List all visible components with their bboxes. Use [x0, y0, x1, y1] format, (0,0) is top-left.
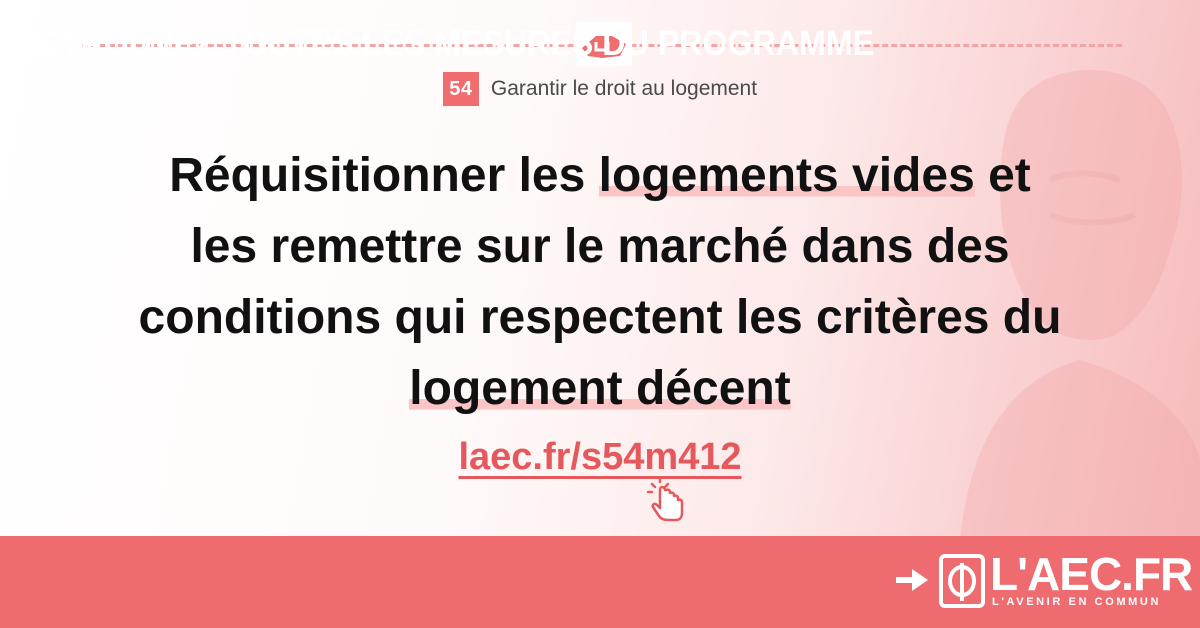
banner-call-to-action[interactable]: RETROUVEZ TOUTES LES MESURES DU PROGRAMM… — [16, 24, 874, 64]
short-link-row: laec.fr/s54m412 — [0, 436, 1200, 486]
measure-header: 54 Garantir le droit au logement — [0, 72, 1200, 106]
phi-logo-icon — [939, 554, 985, 608]
headline-highlight-2: logement décent — [409, 362, 791, 415]
headline-highlight-1: logements vides — [598, 149, 975, 202]
pointing-hand-cursor-icon — [646, 476, 684, 522]
brand-tagline: L'AVENIR EN COMMUN — [992, 596, 1161, 608]
headline-line1-b: et — [974, 149, 1031, 202]
right-arrow-icon — [896, 569, 928, 591]
measure-title: Garantir le droit au logement — [490, 77, 758, 100]
headline: Réquisitionner les logements vides et le… — [40, 140, 1160, 424]
headline-line1-a: Réquisitionner les — [169, 149, 599, 202]
measure-number-badge: 54 — [442, 72, 479, 106]
brand-name[interactable]: L'AEC.FR — [990, 547, 1193, 601]
headline-line3: conditions qui respectent les critères d… — [138, 291, 1062, 344]
short-link[interactable]: laec.fr/s54m412 — [458, 436, 741, 486]
headline-line2: les remettre sur le marché dans des — [190, 220, 1010, 273]
